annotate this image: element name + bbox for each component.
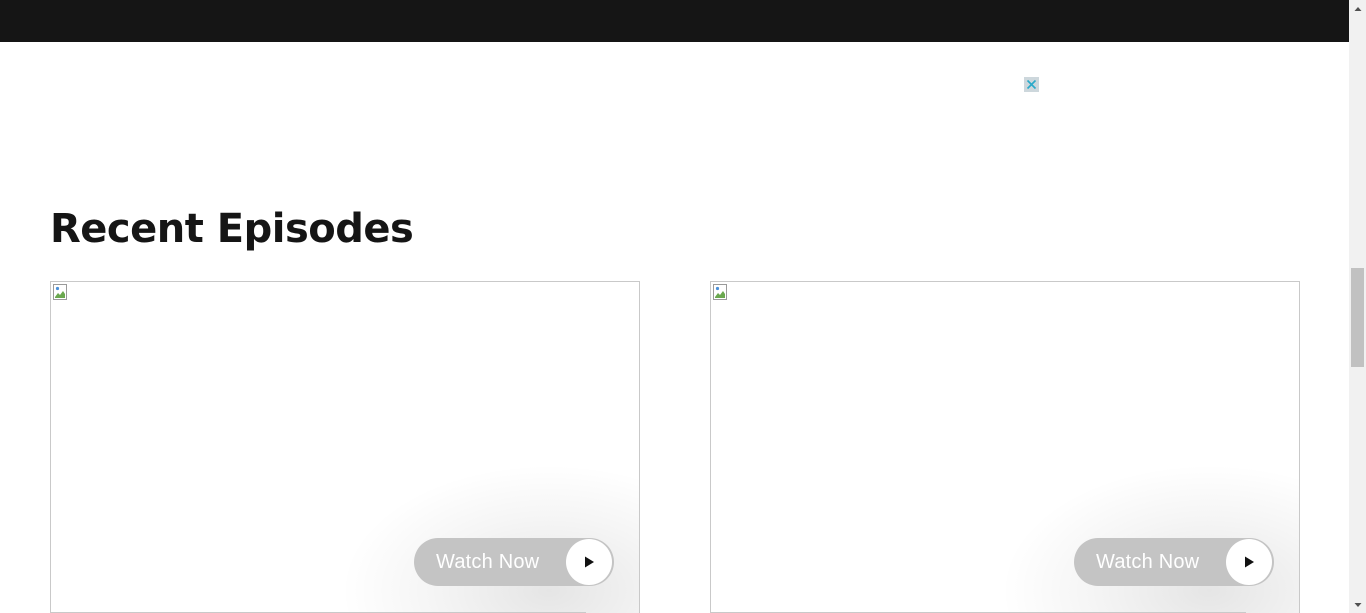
scroll-up-button[interactable] [1349,0,1366,17]
arrow-down-icon [1354,602,1361,607]
scroll-down-button[interactable] [1349,596,1366,613]
top-navigation-bar [0,0,1349,42]
vertical-scrollbar[interactable] [1349,0,1366,613]
episode-card[interactable]: Watch Now [710,281,1300,613]
watch-now-button[interactable]: Watch Now [1074,538,1274,586]
watch-now-label: Watch Now [436,550,540,573]
play-icon [1245,556,1254,568]
section-title: Recent Episodes [50,206,414,252]
watch-now-label: Watch Now [1096,550,1200,573]
close-icon [1026,79,1037,90]
page: Recent Episodes Watch Now Watch Now [0,0,1349,613]
broken-image-icon [53,284,67,300]
play-button-circle [1226,539,1272,585]
episode-card[interactable]: Watch Now [50,281,640,613]
broken-image-icon [713,284,727,300]
play-icon [585,556,594,568]
scrollbar-thumb[interactable] [1351,268,1364,367]
ad-close-button[interactable] [1024,77,1039,92]
play-button-circle [566,539,612,585]
arrow-up-icon [1354,6,1361,11]
watch-now-button[interactable]: Watch Now [414,538,614,586]
